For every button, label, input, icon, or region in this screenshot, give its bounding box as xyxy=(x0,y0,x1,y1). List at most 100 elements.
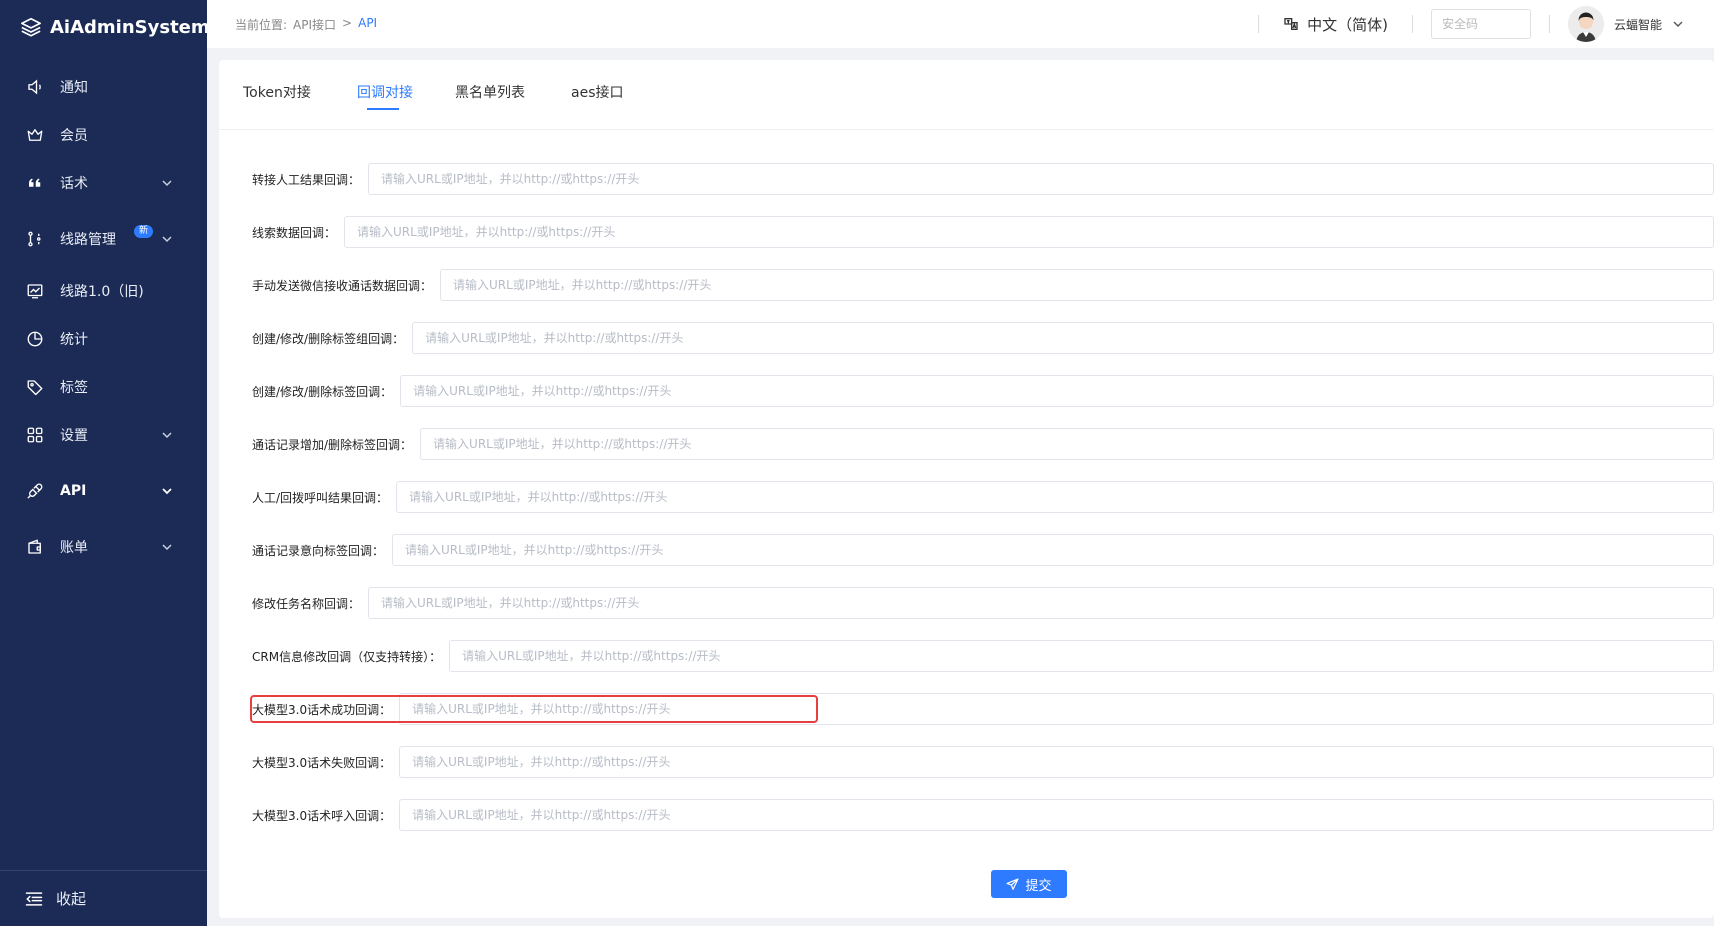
form-label: 创建/修改/删除标签回调： xyxy=(252,384,393,399)
form-label: 大模型3.0话术呼入回调： xyxy=(252,808,392,823)
form-label: 大模型3.0话术成功回调： xyxy=(252,702,392,717)
chevron-down-icon xyxy=(162,488,172,495)
username: 云蝠智能 xyxy=(1613,17,1662,32)
intent-tag-callback-input[interactable] xyxy=(392,534,1714,566)
call-record-tag-callback-input[interactable] xyxy=(420,428,1714,460)
form-row-task-name: 修改任务名称回调： xyxy=(252,587,1714,619)
form-label: 线索数据回调： xyxy=(252,225,337,240)
form-row-transfer-result: 转接人工结果回调： xyxy=(252,163,1714,195)
sidebar-item-label: 统计 xyxy=(60,332,88,348)
sidebar-item-label: 线路管理 xyxy=(60,232,116,248)
sidebar-item-script[interactable]: 话术 xyxy=(0,163,207,203)
plug-icon xyxy=(26,482,44,500)
sidebar-item-settings[interactable]: 设置 xyxy=(0,415,207,455)
tab-blacklist[interactable]: 黑名单列表 xyxy=(455,82,525,102)
speaker-icon xyxy=(26,78,44,96)
chevron-down-icon xyxy=(1673,21,1683,27)
form-row-manual-callback-result: 人工/回拨呼叫结果回调： xyxy=(252,481,1714,513)
sidebar-item-api[interactable]: API xyxy=(0,471,207,511)
form-label: 转接人工结果回调： xyxy=(252,172,361,187)
manual-callback-result-input[interactable] xyxy=(396,481,1714,513)
form-row-llm-inbound: 大模型3.0话术呼入回调： xyxy=(252,799,1714,831)
language-switcher[interactable]: 中文（简体) xyxy=(1259,14,1412,35)
chevron-down-icon xyxy=(162,180,172,187)
callback-settings-card: Token对接 回调对接 黑名单列表 aes接口 转接人工结果回调： 线索数据回… xyxy=(219,60,1714,918)
send-icon xyxy=(1006,877,1019,890)
form-row-llm-success: 大模型3.0话术成功回调： xyxy=(252,693,1714,725)
wallet-icon xyxy=(26,538,44,556)
submit-label: 提交 xyxy=(1025,878,1052,894)
sidebar-item-route-legacy[interactable]: 线路1.0（旧) xyxy=(0,271,207,311)
crm-info-callback-input[interactable] xyxy=(449,640,1714,672)
sidebar-item-billing[interactable]: 账单 xyxy=(0,527,207,567)
language-label: 中文（简体) xyxy=(1307,15,1388,34)
header-right: 中文（简体) 云蝠智能 xyxy=(1258,0,1714,48)
header-divider xyxy=(1411,15,1413,33)
llm-inbound-callback-input[interactable] xyxy=(399,799,1714,831)
form-row-intent-tag: 通话记录意向标签回调： xyxy=(252,534,1714,566)
form-row-llm-failure: 大模型3.0话术失败回调： xyxy=(252,746,1714,778)
chevron-down-icon xyxy=(162,544,172,551)
chevron-down-icon xyxy=(162,432,172,439)
task-name-callback-input[interactable] xyxy=(368,587,1714,619)
new-badge: 新 xyxy=(134,225,154,238)
chart-monitor-icon xyxy=(26,282,44,300)
form-label: 通话记录增加/删除标签回调： xyxy=(252,437,413,452)
tag-icon xyxy=(26,378,44,396)
form-row-crm-info: CRM信息修改回调（仅支持转接）： xyxy=(252,640,1714,672)
breadcrumb-parent[interactable]: API接口 xyxy=(293,16,336,33)
sidebar-item-notice[interactable]: 通知 xyxy=(0,67,207,107)
collapse-menu-icon xyxy=(25,891,43,906)
sidebar-item-label: 通知 xyxy=(60,80,88,96)
tab-aes[interactable]: aes接口 xyxy=(571,82,624,102)
sidebar-item-label: 会员 xyxy=(60,128,88,144)
sidebar-item-label: 线路1.0（旧) xyxy=(60,284,144,300)
transfer-result-callback-input[interactable] xyxy=(368,163,1714,195)
app-logo[interactable]: AiAdminSystem xyxy=(20,14,210,40)
form-row-tag-group: 创建/修改/删除标签组回调： xyxy=(252,322,1714,354)
form-label: 人工/回拨呼叫结果回调： xyxy=(252,490,389,505)
sidebar-item-label: API xyxy=(60,483,87,499)
sidebar-item-tags[interactable]: 标签 xyxy=(0,367,207,407)
sidebar-item-route-management[interactable]: 线路管理 新 xyxy=(0,219,207,259)
tag-callback-input[interactable] xyxy=(400,375,1714,407)
sidebar-item-statistics[interactable]: 统计 xyxy=(0,319,207,359)
crown-icon xyxy=(26,126,44,144)
llm-failure-callback-input[interactable] xyxy=(399,746,1714,778)
breadcrumb-separator: > xyxy=(342,16,353,30)
app-name: AiAdminSystem xyxy=(50,16,210,38)
breadcrumb: 当前位置: API接口 > API xyxy=(235,16,377,33)
form-label: 大模型3.0话术失败回调： xyxy=(252,755,392,770)
sidebar-collapse-button[interactable]: 收起 xyxy=(0,870,207,926)
tag-group-callback-input[interactable] xyxy=(412,322,1714,354)
form-label: CRM信息修改回调（仅支持转接）： xyxy=(252,649,442,664)
sidebar-item-label: 设置 xyxy=(60,428,88,444)
form-label: 创建/修改/删除标签组回调： xyxy=(252,331,405,346)
quote-icon xyxy=(26,174,44,192)
translate-icon xyxy=(1284,18,1298,30)
avatar[interactable] xyxy=(1567,6,1604,42)
route-icon xyxy=(26,230,44,248)
tab-callback[interactable]: 回调对接 xyxy=(357,82,413,102)
form-label: 修改任务名称回调： xyxy=(252,596,361,611)
sidebar: AiAdminSystem 通知 会员 话术 线路管理 新 线路1.0（旧) 统… xyxy=(0,0,210,926)
llm-success-callback-input[interactable] xyxy=(399,693,1714,725)
wechat-call-data-callback-input[interactable] xyxy=(440,269,1714,301)
breadcrumb-current: API xyxy=(358,16,378,30)
active-tab-indicator xyxy=(367,108,399,110)
user-menu[interactable]: 云蝠智能 xyxy=(1550,6,1714,42)
tab-token[interactable]: Token对接 xyxy=(243,82,311,102)
sidebar-item-member[interactable]: 会员 xyxy=(0,115,207,155)
form-row-lead-data: 线索数据回调： xyxy=(252,216,1714,248)
form-row-tag: 创建/修改/删除标签回调： xyxy=(252,375,1714,407)
lead-data-callback-input[interactable] xyxy=(344,216,1714,248)
submit-button[interactable]: 提交 xyxy=(991,870,1067,898)
tab-bar: Token对接 回调对接 黑名单列表 aes接口 xyxy=(219,60,1714,130)
form-row-wechat-call-data: 手动发送微信接收通话数据回调： xyxy=(252,269,1714,301)
form-label: 手动发送微信接收通话数据回调： xyxy=(252,278,433,293)
form-label: 通话记录意向标签回调： xyxy=(252,543,385,558)
sidebar-item-label: 话术 xyxy=(60,176,88,192)
breadcrumb-prefix: 当前位置: xyxy=(235,18,288,32)
pie-chart-icon xyxy=(26,330,44,348)
security-code-input[interactable] xyxy=(1430,9,1531,39)
